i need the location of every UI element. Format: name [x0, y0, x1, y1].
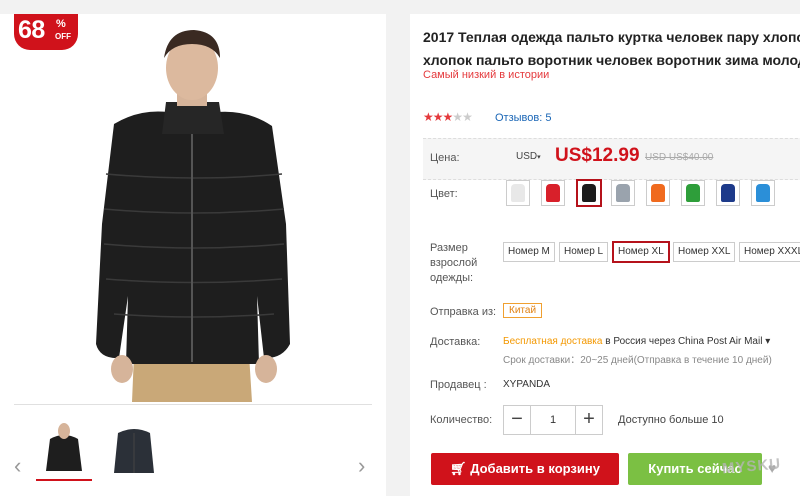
thumbnail-strip: ‹ › — [14, 404, 372, 495]
chevron-right-icon[interactable]: › — [358, 455, 365, 477]
color-label: Цвет: — [430, 188, 458, 200]
caret-down-icon: ▾ — [762, 336, 771, 347]
star-icon: ★ — [442, 110, 454, 124]
shipping-route: в Россия через China Post Air Mail — [602, 336, 763, 347]
add-to-cart-label: Добавить в корзину — [470, 461, 600, 476]
size-option[interactable]: Номер M — [503, 242, 555, 262]
thumbnail-jacket-back — [114, 429, 154, 473]
discount-number: 68 — [18, 16, 45, 44]
ship-from-option[interactable]: Китай — [503, 303, 543, 318]
product-title: 2017 Теплая одежда пальто куртка человек… — [423, 26, 800, 72]
rating-stars: ★★★★★ — [423, 110, 473, 124]
color-swatch-orange[interactable] — [646, 180, 670, 206]
currency-selector[interactable]: USD▾ — [516, 151, 541, 162]
star-icon: ★ — [432, 110, 444, 124]
cart-icon: 🛒︎ — [450, 461, 467, 476]
add-to-cart-button[interactable]: 🛒︎ Добавить в корзину — [431, 453, 619, 485]
ship-from-label: Отправка из: — [430, 306, 497, 318]
product-info-panel: 2017 Теплая одежда пальто куртка человек… — [410, 14, 800, 496]
discount-badge: 68 % OFF — [14, 14, 78, 50]
size-option[interactable]: Номер XL — [612, 241, 670, 263]
size-option[interactable]: Номер XXL — [673, 242, 736, 262]
size-option[interactable]: Номер L — [559, 242, 609, 262]
size-label: Размер взрослой одежды: — [430, 241, 477, 286]
seller-label: Продавец : — [430, 379, 487, 391]
color-swatch-sky-blue[interactable] — [751, 180, 775, 206]
jacket-color-icon — [616, 184, 630, 202]
main-product-image[interactable] — [14, 14, 372, 402]
color-swatch-grey[interactable] — [611, 180, 635, 206]
jacket-color-icon — [511, 184, 525, 202]
chevron-left-icon[interactable]: ‹ — [14, 455, 21, 477]
discount-percent-sign: % — [56, 18, 66, 30]
seller-name[interactable]: XYPANDA — [503, 379, 550, 390]
jacket-photo — [96, 30, 290, 402]
quantity-stepper: − 1 + — [503, 405, 603, 435]
size-label-line-2: взрослой — [430, 257, 478, 269]
old-price: USD US$40.00 — [645, 152, 714, 163]
jacket-color-icon — [651, 184, 665, 202]
size-label-line-1: Размер — [430, 242, 468, 254]
color-swatch-red[interactable] — [541, 180, 565, 206]
discount-off-label: OFF — [55, 32, 71, 41]
delivery-time: Срок доставки：20~25 дней(Отправка в тече… — [503, 355, 772, 366]
thumbnail-1[interactable] — [36, 421, 92, 481]
delivery-label: Доставка: — [430, 336, 481, 348]
jacket-color-icon — [721, 184, 735, 202]
caret-down-icon: ▾ — [537, 154, 541, 161]
star-icon: ★ — [423, 110, 434, 124]
jacket-color-icon — [756, 184, 770, 202]
reviews-link[interactable]: Отзывов: 5 — [495, 112, 551, 124]
free-shipping-text: Бесплатная доставка — [503, 336, 603, 347]
size-label-line-3: одежды: — [430, 272, 474, 284]
quantity-input[interactable]: 1 — [531, 406, 575, 434]
size-option[interactable]: Номер XXXL — [739, 242, 800, 262]
jacket-color-icon — [582, 184, 596, 202]
jacket-color-icon — [686, 184, 700, 202]
gallery-panel: ‹ › — [0, 14, 386, 496]
color-swatch-black[interactable] — [576, 179, 602, 207]
product-subtitle: Самый низкий в истории — [423, 69, 550, 81]
currency-value: USD — [516, 151, 538, 162]
color-swatch-green[interactable] — [681, 180, 705, 206]
availability-text: Доступно больше 10 — [618, 414, 724, 426]
star-icon: ★ — [452, 110, 463, 124]
delivery-info[interactable]: Бесплатная доставка в Россия через China… — [503, 336, 770, 347]
thumbnail-2[interactable] — [106, 421, 162, 479]
price-label: Цена: — [430, 152, 460, 164]
price-box: Цена: USD▾ US$12.99 USD US$40.00 — [423, 138, 800, 180]
star-icon: ★ — [462, 110, 473, 124]
jacket-color-icon — [546, 184, 560, 202]
product-title-line-1: 2017 Теплая одежда пальто куртка человек… — [423, 29, 800, 45]
thumbnail-jacket-black — [46, 423, 82, 471]
quantity-label: Количество: — [430, 414, 493, 426]
quantity-increase-button[interactable]: + — [575, 406, 602, 434]
current-price: US$12.99 — [555, 145, 640, 166]
quantity-decrease-button[interactable]: − — [504, 406, 531, 434]
color-swatch-white-black[interactable] — [506, 180, 530, 206]
color-swatch-navy[interactable] — [716, 180, 740, 206]
